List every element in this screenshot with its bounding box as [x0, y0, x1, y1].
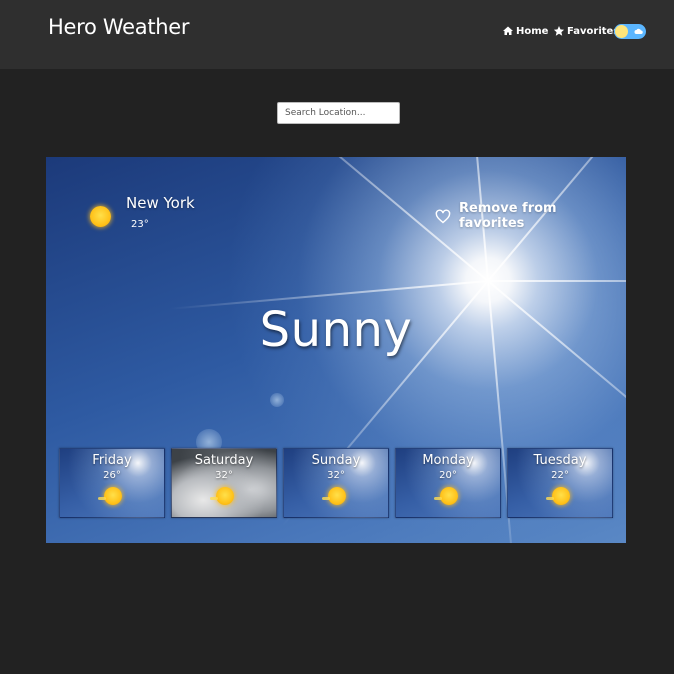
forecast-card-saturday[interactable]: Saturday 32° [171, 448, 277, 518]
weather-condition: Sunny [259, 302, 413, 358]
forecast-temp: 22° [551, 470, 569, 481]
current-temperature: 23° [131, 219, 149, 230]
nav-favorites-label: Favorites [567, 25, 620, 37]
star-icon [553, 26, 565, 36]
heart-icon [435, 208, 451, 223]
remove-favorite-button[interactable]: Remove from favorites [435, 201, 626, 231]
lens-flare [270, 393, 284, 407]
navbar: Hero Weather Home Favorites [0, 0, 674, 69]
sun-icon [90, 206, 111, 227]
forecast-temp: 20° [439, 470, 457, 481]
app-title[interactable]: Hero Weather [48, 15, 190, 39]
forecast-day: Saturday [194, 453, 254, 468]
current-weather-card: New York 23° Remove from favorites Sunny… [46, 157, 626, 543]
home-icon [503, 26, 513, 35]
toggle-sun-icon [615, 25, 628, 38]
forecast-card-sunday[interactable]: Sunday 32° [283, 448, 389, 518]
cloud-icon [634, 28, 643, 34]
forecast-day: Tuesday [533, 453, 587, 468]
sun-icon [322, 487, 346, 505]
theme-toggle[interactable] [614, 24, 646, 39]
forecast-card-friday[interactable]: Friday 26° [59, 448, 165, 518]
forecast-temp: 26° [103, 470, 121, 481]
sun-icon [434, 487, 458, 505]
forecast-temp: 32° [215, 470, 233, 481]
forecast-card-monday[interactable]: Monday 20° [395, 448, 501, 518]
forecast-day: Monday [422, 453, 474, 468]
nav-home-link[interactable]: Home [502, 25, 548, 37]
forecast-card-tuesday[interactable]: Tuesday 22° [507, 448, 613, 518]
forecast-day: Sunday [311, 453, 361, 468]
forecast-day: Friday [92, 453, 132, 468]
nav-favorites-link[interactable]: Favorites [553, 25, 619, 37]
city-name: New York [126, 194, 195, 212]
forecast-temp: 32° [327, 470, 345, 481]
nav-home-label: Home [516, 25, 549, 37]
sun-icon [546, 487, 570, 505]
favorite-button-label: Remove from favorites [458, 201, 557, 231]
search-input[interactable] [277, 102, 400, 124]
sun-icon [210, 487, 234, 505]
sun-icon [98, 487, 122, 505]
sun-ray [488, 280, 626, 282]
